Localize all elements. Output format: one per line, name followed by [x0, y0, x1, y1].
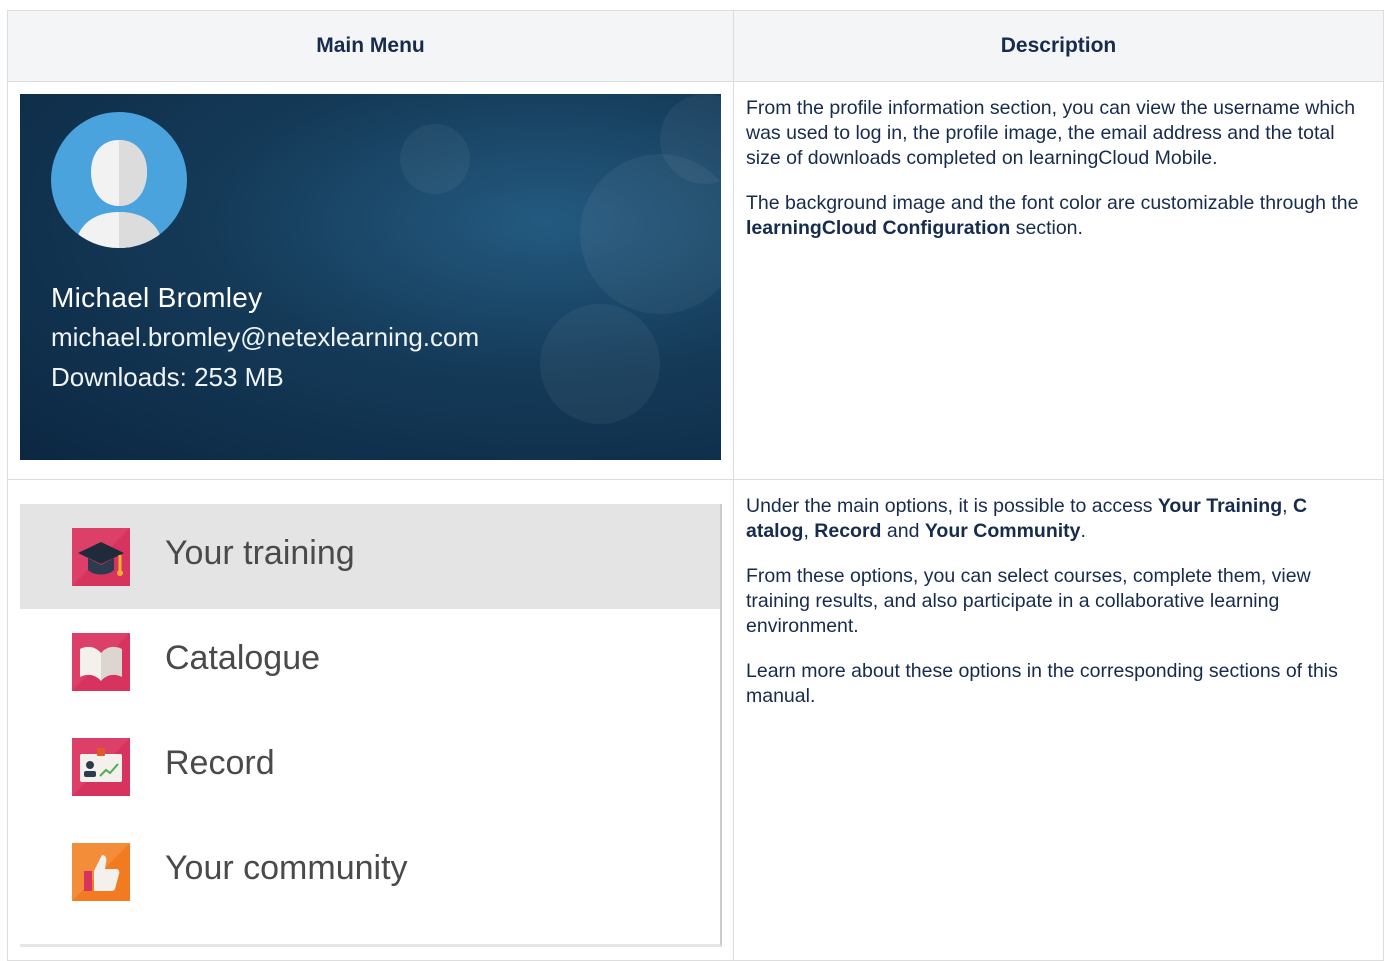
profile-card: Michael Bromley michael.bromley@netexlea… [20, 94, 721, 460]
profile-downloads: Downloads: 253 MB [51, 362, 284, 392]
bokeh-decoration [400, 124, 470, 194]
learn-more-description: Learn more about these options in the co… [746, 660, 1338, 707]
menu-actions-description: From these options, you can select cours… [746, 565, 1311, 637]
menu-item-catalogue[interactable]: Catalogue [20, 609, 720, 714]
menu-item-label: Catalogue [165, 639, 321, 677]
profile-cell: Michael Bromley michael.bromley@netexlea… [7, 81, 734, 480]
thumbs-up-icon [72, 843, 130, 901]
user-avatar-icon [51, 112, 187, 248]
menu-item-your-community[interactable]: Your community [20, 819, 720, 924]
menu-item-label: Your training [165, 534, 355, 572]
menu-description-cell: Under the main options, it is possible t… [733, 479, 1384, 961]
book-icon [72, 633, 130, 691]
menu-item-label: Record [165, 744, 275, 782]
main-menu-list: Your training Catalogue Record Your comm… [20, 504, 722, 947]
customization-description: The background image and the font color … [746, 192, 1359, 239]
header-main-menu: Main Menu [7, 10, 734, 82]
bokeh-decoration [540, 304, 660, 424]
profile-email: michael.bromley@netexlearning.com [51, 322, 480, 352]
table-row: Michael Bromley michael.bromley@netexlea… [7, 81, 1384, 480]
menu-item-record[interactable]: Record [20, 714, 720, 819]
manual-table: Main Menu Description Michael Bromley mi… [7, 10, 1384, 961]
menu-cell: Your training Catalogue Record Your comm… [7, 479, 734, 961]
profile-description: From the profile information section, yo… [746, 97, 1356, 169]
config-section-name: learningCloud Configuration [746, 217, 1011, 239]
profile-name: Michael Bromley [51, 282, 263, 313]
graduation-cap-icon [72, 528, 130, 586]
header-description: Description [733, 10, 1384, 82]
menu-options-description: Under the main options, it is possible t… [746, 495, 1308, 542]
table-row: Your training Catalogue Record Your comm… [7, 479, 1384, 961]
menu-item-label: Your community [165, 849, 408, 887]
id-card-icon [72, 738, 130, 796]
menu-item-your-training[interactable]: Your training [20, 504, 720, 609]
profile-description-cell: From the profile information section, yo… [733, 81, 1384, 480]
